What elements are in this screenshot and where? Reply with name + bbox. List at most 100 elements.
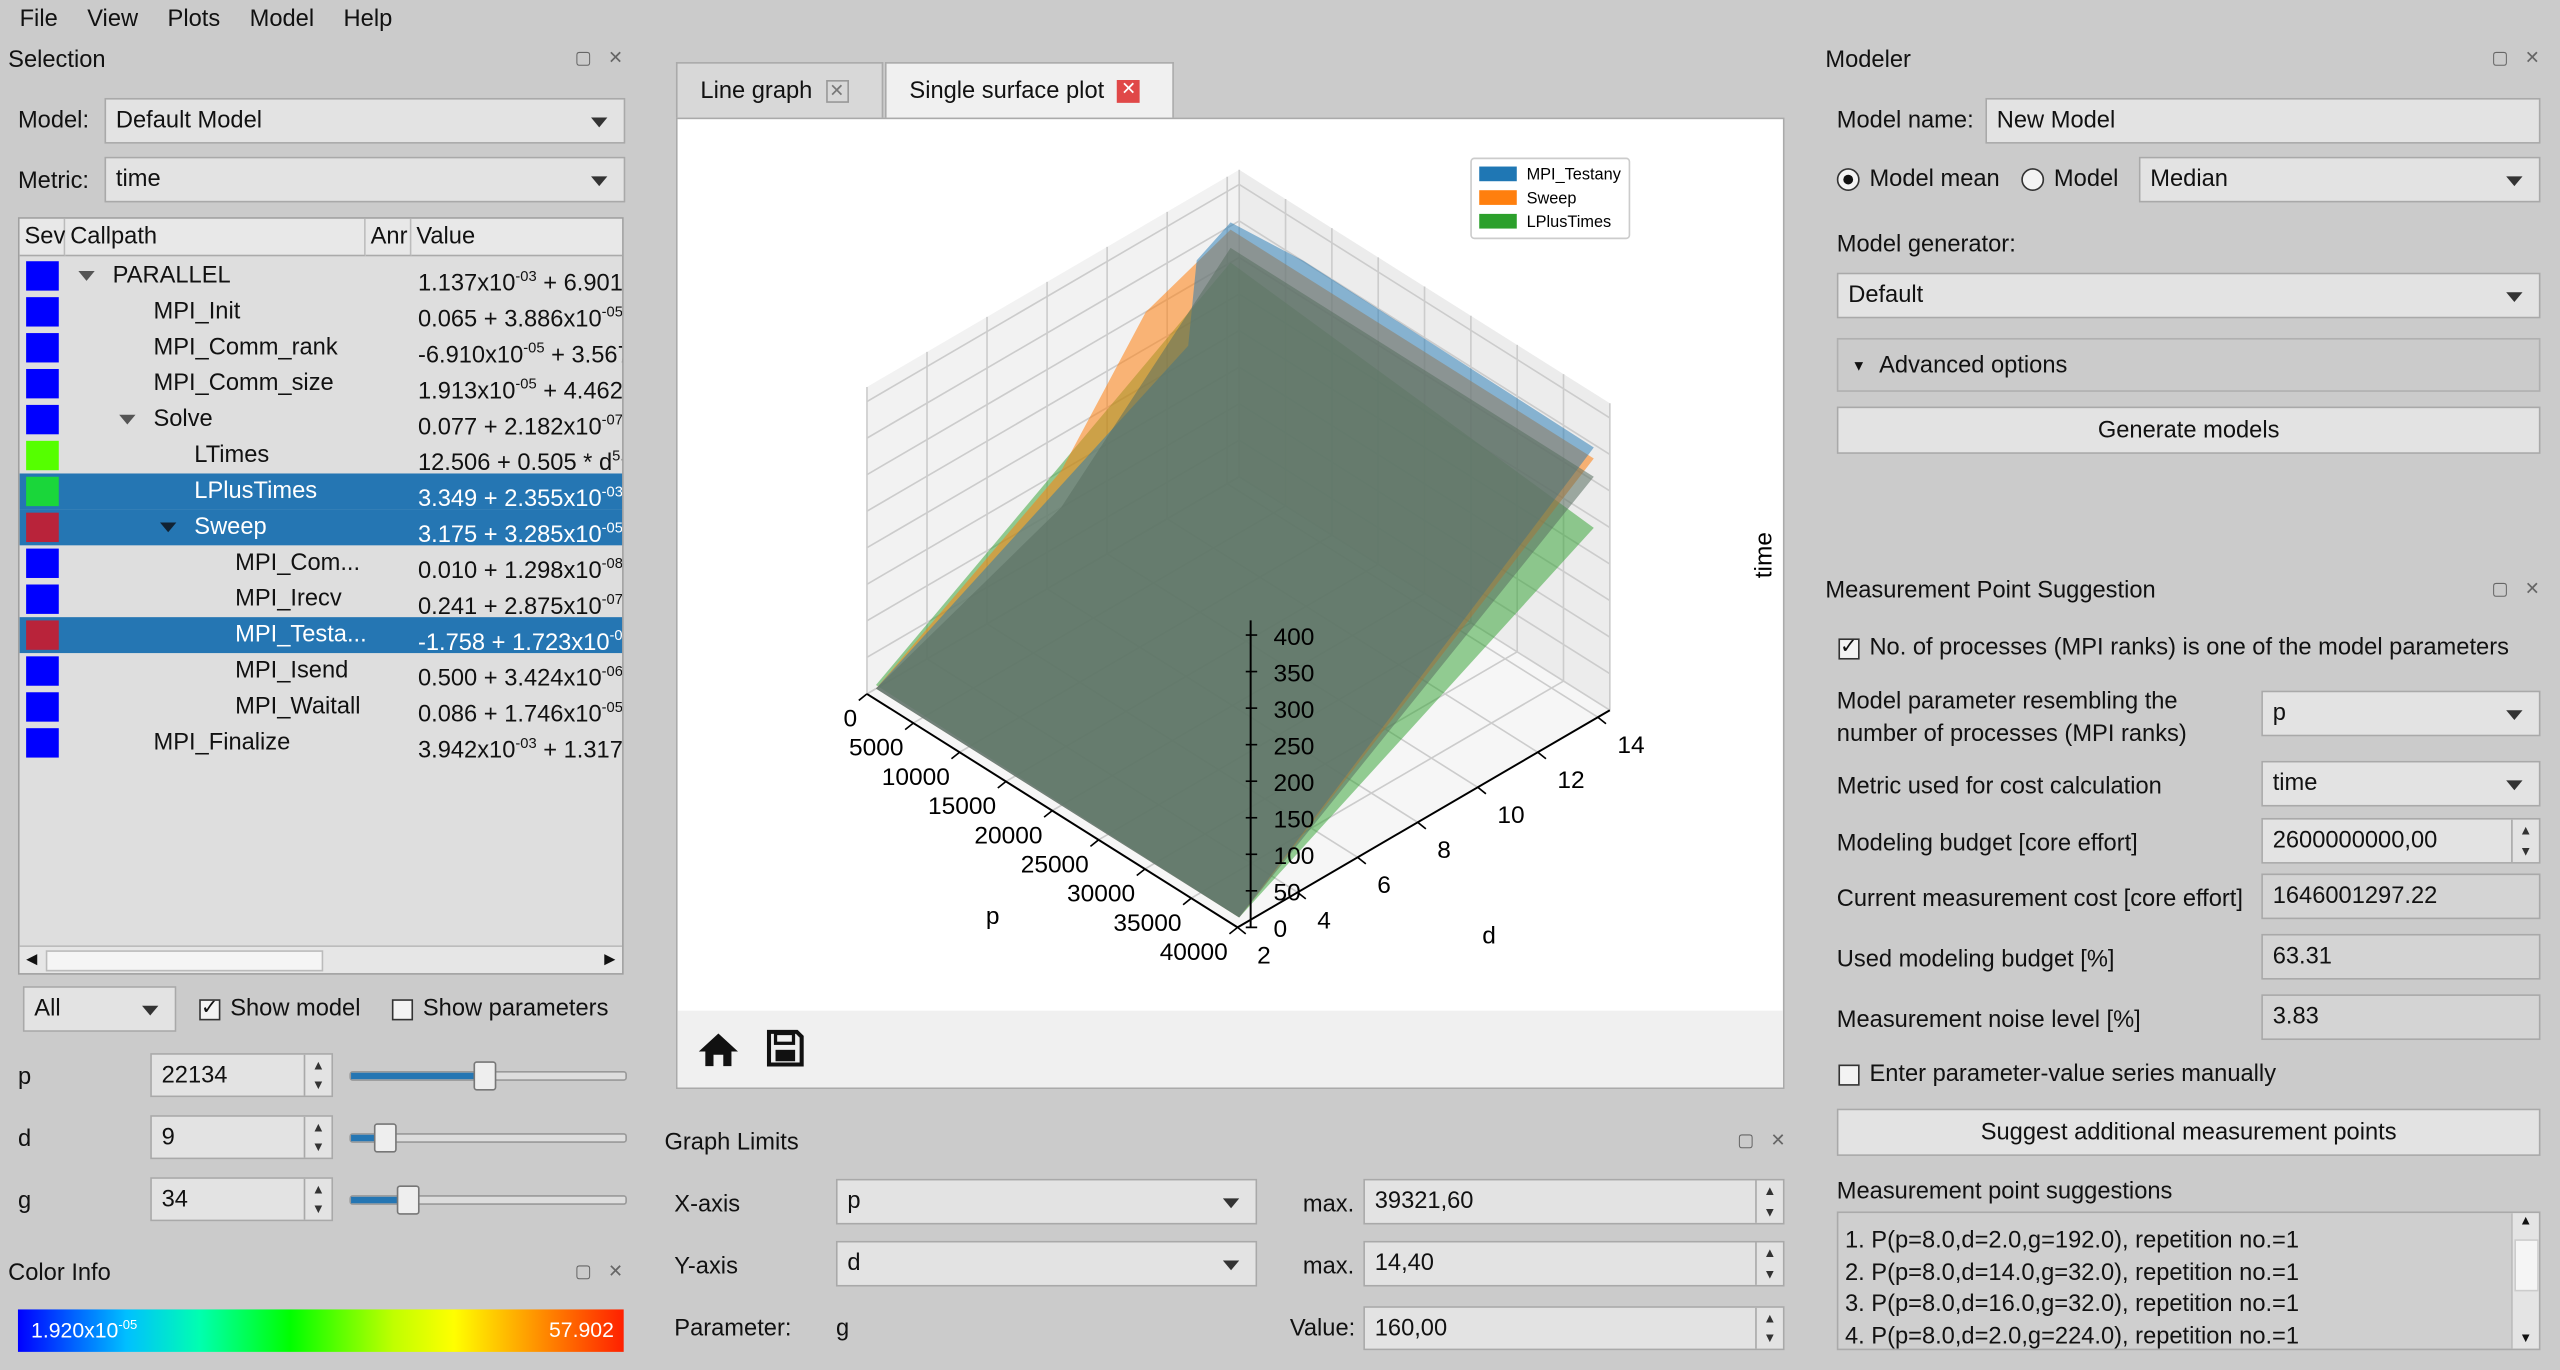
mps-row-field[interactable]: p — [2261, 690, 2541, 737]
tree-row[interactable]: LTimes 12.506 + 0.505 * d5. — [20, 438, 622, 477]
radio-selected-icon[interactable] — [1836, 168, 1860, 192]
tree-row[interactable]: MPI_Comm_rank -6.910x10-05 + 3.567 — [20, 330, 622, 369]
spin-arrows[interactable]: ▲ ▼ — [303, 1116, 332, 1158]
home-icon[interactable] — [697, 1030, 739, 1069]
checkbox-checked-icon[interactable] — [199, 994, 221, 1020]
save-icon[interactable] — [766, 1029, 805, 1068]
tree-row[interactable]: PARALLEL 1.137x10-03 + 6.901 — [20, 258, 622, 297]
graph-limits-dock-buttons[interactable]: ▢✕ — [1737, 1130, 1802, 1151]
tree-row[interactable]: MPI_Testa... -1.758 + 1.723x10-0 — [19, 617, 623, 656]
mps-row-field[interactable]: time — [2261, 760, 2541, 807]
suggestions-list[interactable]: 1. P(p=8.0,d=2.0,g=192.0), repetition no… — [1836, 1211, 2541, 1351]
filter-select[interactable]: All — [22, 986, 177, 1032]
spin-down-icon[interactable]: ▼ — [2513, 841, 2539, 862]
expand-arrow-icon[interactable] — [160, 522, 177, 533]
slider-handle[interactable] — [374, 1123, 398, 1153]
spin-down-icon[interactable]: ▼ — [305, 1137, 331, 1157]
scrollbar-thumb[interactable] — [2514, 1239, 2539, 1292]
col-sev[interactable]: Sev — [19, 218, 66, 257]
spin-down-icon[interactable]: ▼ — [305, 1075, 331, 1095]
modeler-dock-buttons[interactable]: ▢✕ — [2492, 47, 2557, 69]
parameter-value-spinbox[interactable]: 160,00 ▲ ▼ — [1363, 1306, 1785, 1351]
tree-row[interactable]: MPI_Comm_size 1.913x10-05 + 4.462 — [20, 366, 622, 405]
advanced-options-toggle[interactable]: ▼ Advanced options — [1836, 337, 2541, 392]
tree-row[interactable]: MPI_Finalize 3.942x10-03 + 1.317 — [20, 725, 622, 764]
suggestion-item[interactable]: 3. P(p=8.0,d=16.0,g=32.0), repetition no… — [1845, 1290, 2299, 1322]
suggest-points-button[interactable]: Suggest additional measurement points — [1836, 1108, 2541, 1156]
param-p-slider[interactable] — [349, 1061, 627, 1091]
scroll-down-icon[interactable]: ▼ — [2519, 1331, 2532, 1346]
dock-buttons[interactable]: ▢✕ — [575, 47, 640, 69]
menu-plots[interactable]: Plots — [168, 7, 221, 33]
tree-row[interactable]: MPI_Com... 0.010 + 1.298x10-08 — [20, 545, 622, 585]
tree-row[interactable]: MPI_Init 0.065 + 3.886x10-05 — [20, 294, 622, 333]
col-callpath[interactable]: Callpath — [65, 218, 366, 257]
menu-file[interactable]: File — [20, 7, 58, 33]
spin-arrows[interactable]: ▲ ▼ — [303, 1178, 332, 1220]
scrollbar-thumb[interactable] — [45, 950, 324, 972]
model-select[interactable]: Default Model — [104, 97, 626, 144]
model-mean-radio[interactable]: Model mean — [1836, 167, 2000, 193]
col-value[interactable]: Value — [411, 218, 623, 257]
tab-single-surface-plot[interactable]: Single surface plot ✕ — [884, 62, 1174, 118]
tree-row[interactable]: LPlusTimes 3.349 + 2.355x10-03 — [19, 473, 623, 513]
checkbox-unchecked-icon[interactable] — [391, 998, 414, 1020]
y-max-spinbox[interactable]: 14,40 ▲ ▼ — [1363, 1240, 1785, 1287]
col-anr[interactable]: Anr — [365, 218, 412, 257]
param-d-spinbox[interactable]: 9 ▲ ▼ — [150, 1115, 334, 1160]
param-p-spinbox[interactable]: 22134 ▲ ▼ — [150, 1053, 334, 1098]
slider-handle[interactable] — [396, 1185, 419, 1215]
spin-down-icon[interactable]: ▼ — [1757, 1202, 1783, 1223]
generate-models-button[interactable]: Generate models — [1836, 406, 2541, 454]
spin-up-icon[interactable]: ▲ — [2513, 820, 2539, 841]
scroll-right-icon[interactable]: ▶ — [604, 950, 615, 968]
expand-arrow-icon[interactable] — [119, 414, 136, 425]
checkbox-unchecked-icon[interactable] — [1838, 1063, 1860, 1086]
menu-help[interactable]: Help — [344, 7, 393, 33]
radio-unselected-icon[interactable] — [2021, 168, 2045, 192]
expand-arrow-icon[interactable] — [78, 271, 95, 281]
spin-down-icon[interactable]: ▼ — [1757, 1264, 1783, 1285]
spin-arrows[interactable]: ▲ ▼ — [303, 1054, 332, 1096]
mpi-param-checkbox[interactable]: No. of processes (MPI ranks) is one of t… — [1838, 633, 2509, 661]
tree-row[interactable]: Sweep 3.175 + 3.285x10-05 — [19, 509, 623, 549]
model-name-input[interactable]: New Model — [1985, 97, 2541, 144]
param-g-slider[interactable] — [349, 1185, 627, 1215]
mps-dock-buttons[interactable]: ▢✕ — [2492, 578, 2557, 600]
tree-row[interactable]: MPI_Irecv 0.241 + 2.875x10-07 — [20, 581, 622, 620]
x-max-spinbox[interactable]: 39321,60 ▲ ▼ — [1363, 1178, 1785, 1225]
vertical-scrollbar[interactable]: ▲ ▼ — [2511, 1213, 2539, 1349]
mps-row-field[interactable]: 2600000000,00 ▲ ▼ — [2261, 817, 2541, 864]
tree-row[interactable]: MPI_Isend 0.500 + 3.424x10-06 — [20, 653, 622, 692]
spin-down-icon[interactable]: ▼ — [1757, 1328, 1783, 1348]
spin-up-icon[interactable]: ▲ — [1757, 1242, 1783, 1263]
spin-down-icon[interactable]: ▼ — [305, 1199, 331, 1219]
spin-up-icon[interactable]: ▲ — [1757, 1180, 1783, 1201]
spin-up-icon[interactable]: ▲ — [1757, 1308, 1783, 1328]
horizontal-scrollbar[interactable]: ◀ ▶ — [19, 945, 623, 974]
model-median-radio[interactable]: Model — [2021, 167, 2118, 193]
checkbox-checked-icon[interactable] — [1838, 633, 1860, 660]
slider-handle[interactable] — [472, 1061, 496, 1091]
menu-view[interactable]: View — [87, 7, 138, 33]
surface-plot[interactable]: 0500010000150002000025000300003500040000… — [678, 119, 1787, 1010]
spin-up-icon[interactable]: ▲ — [305, 1055, 331, 1075]
spin-up-icon[interactable]: ▲ — [305, 1117, 331, 1137]
y-axis-select[interactable]: d — [835, 1240, 1258, 1287]
param-g-spinbox[interactable]: 34 ▲ ▼ — [150, 1177, 334, 1222]
model-generator-select[interactable]: Default — [1836, 272, 2541, 319]
callpath-tree[interactable]: Sev Callpath Anr Value PARALLEL 1.137x10-… — [17, 217, 624, 975]
tree-row[interactable]: Solve 0.077 + 2.182x10-07 — [20, 402, 622, 441]
x-axis-select[interactable]: p — [835, 1178, 1258, 1225]
close-icon[interactable]: ✕ — [1117, 79, 1141, 103]
scroll-up-icon[interactable]: ▲ — [2513, 1213, 2539, 1228]
show-model-checkbox[interactable]: Show model — [199, 994, 360, 1022]
suggestion-item[interactable]: 1. P(p=8.0,d=2.0,g=192.0), repetition no… — [1845, 1226, 2299, 1258]
spin-up-icon[interactable]: ▲ — [305, 1179, 331, 1199]
menu-model[interactable]: Model — [250, 7, 314, 33]
color-info-dock-buttons[interactable]: ▢✕ — [575, 1260, 640, 1282]
spin-arrows[interactable]: ▲ ▼ — [2511, 819, 2539, 863]
tree-row[interactable]: MPI_Waitall 0.086 + 1.746x10-05 — [20, 689, 622, 728]
manual-entry-checkbox[interactable]: Enter parameter-value series manually — [1838, 1061, 2276, 1087]
metric-select[interactable]: time — [104, 156, 626, 203]
